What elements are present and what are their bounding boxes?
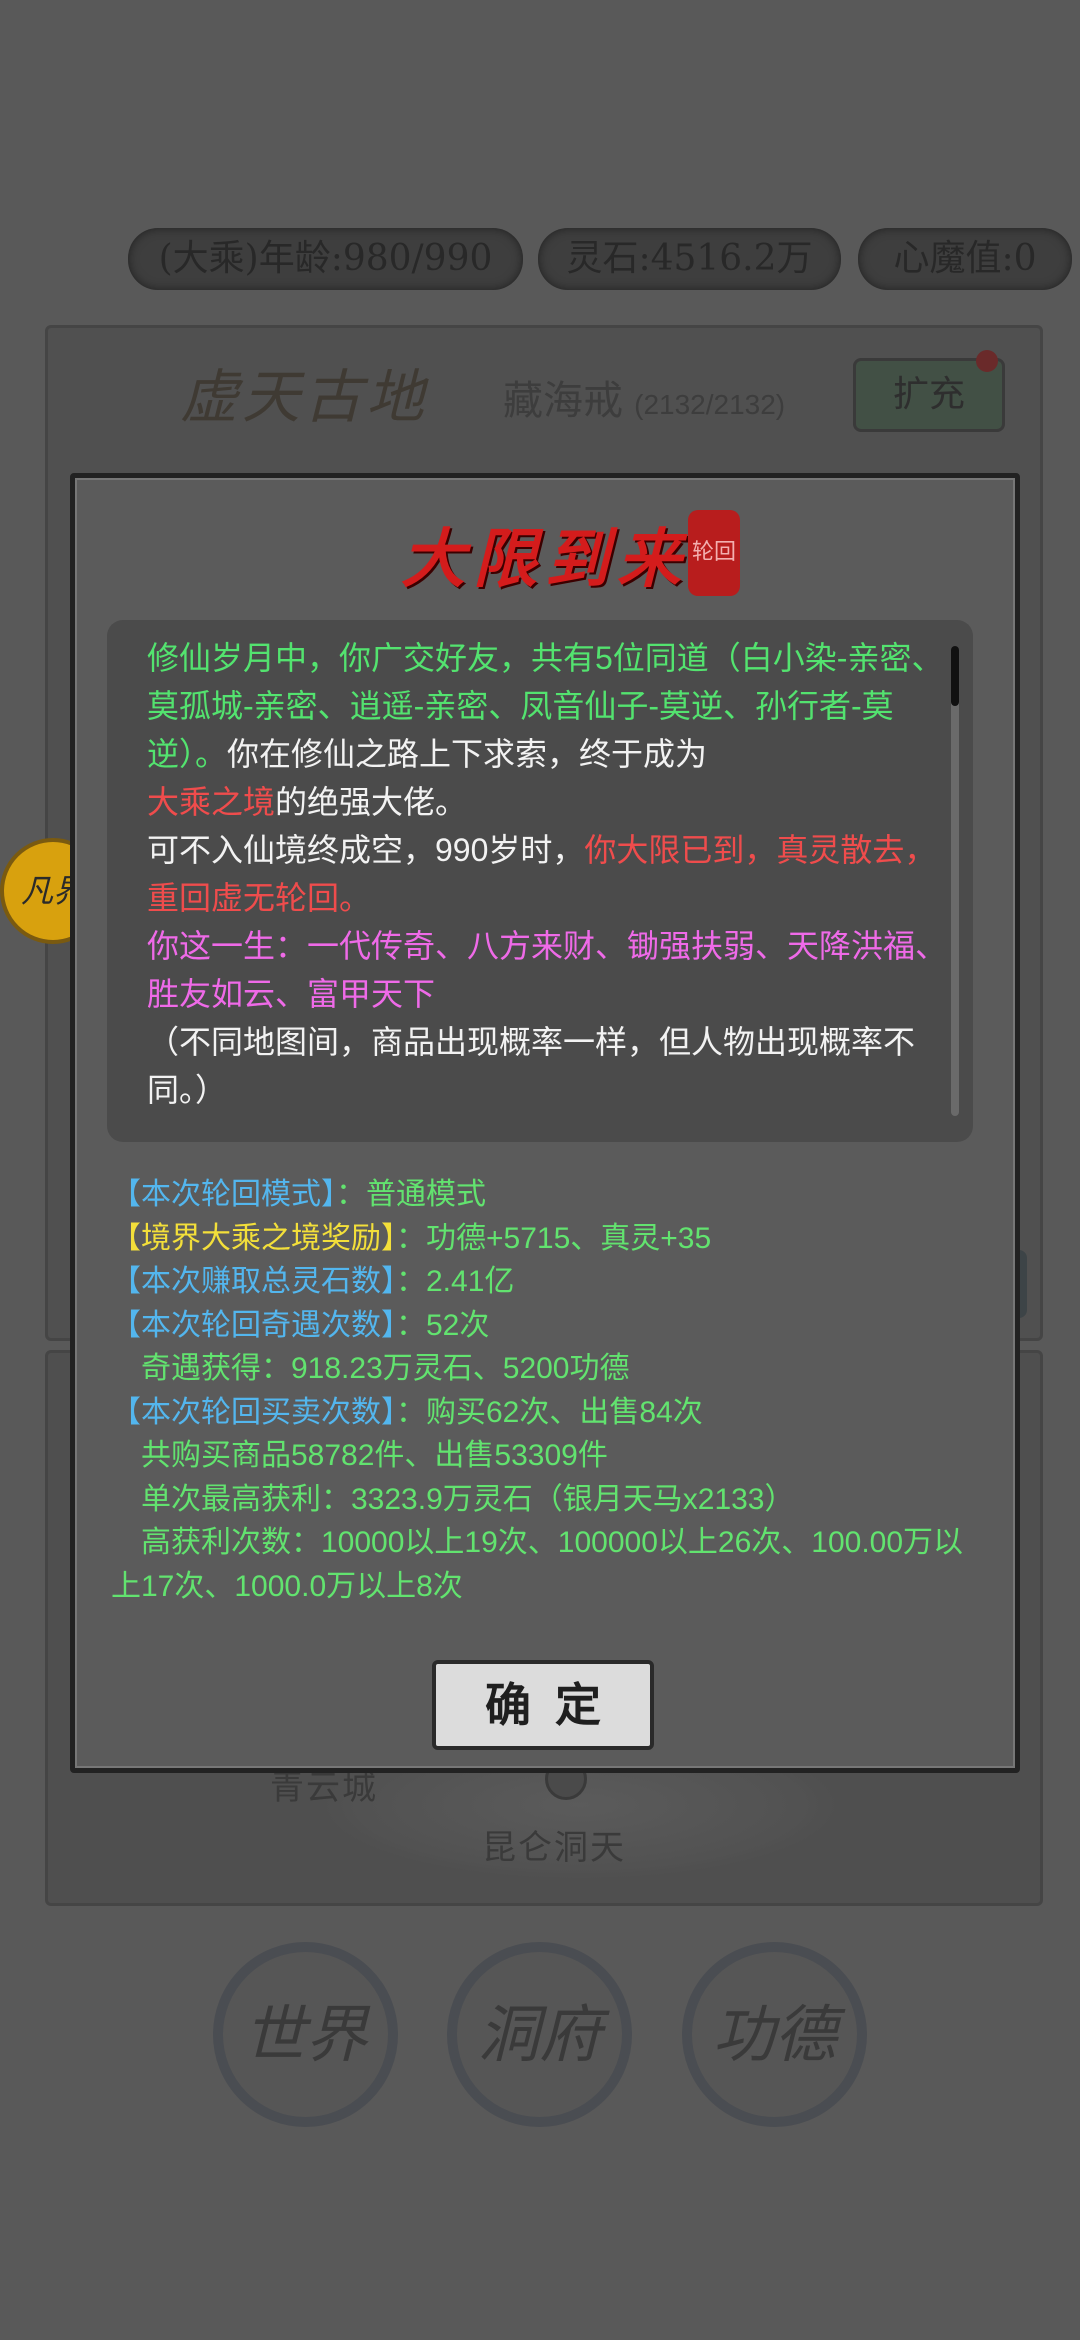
story-scrollbar-thumb[interactable] — [951, 646, 959, 706]
story-note: （不同地图间，商品出现概率一样，但人物出现概率不同。） — [147, 1024, 916, 1108]
age-stat: (大乘)年龄:980/990 — [128, 228, 523, 290]
story-lifespan: 可不入仙境终成空，990岁时， — [147, 832, 585, 868]
region-title: 虚天古地 — [180, 363, 429, 431]
spirit-stone-stat: 灵石:4516.2万 — [538, 228, 841, 290]
nav-cave-button[interactable]: 洞府 — [447, 1942, 632, 2127]
stat-encounters: 【本次轮回奇遇次数】：52次 — [111, 1308, 490, 1342]
bag-count: (2132/2132) — [634, 389, 786, 420]
summary-stats: 【本次轮回模式】：普通模式 【境界大乘之境奖励】：功德+5715、真灵+35 【… — [111, 1173, 991, 1608]
notification-dot-icon — [976, 350, 998, 372]
stat-mode: 【本次轮回模式】：普通模式 — [111, 1178, 486, 1211]
stat-max-profit: 单次最高获利：3323.9万灵石（银月天马x2133） — [141, 1482, 795, 1516]
bag-title: 藏海戒 (2132/2132) — [503, 379, 786, 423]
stat-trades: 【本次轮回买卖次数】：购买62次、出售84次 — [111, 1395, 703, 1429]
stat-earnings: 【本次赚取总灵石数】：2.41亿 — [111, 1265, 515, 1298]
dialog-title: 大限到来 — [401, 522, 689, 597]
stat-trade-goods: 共购买商品58782件、出售53309件 — [141, 1439, 608, 1472]
story-text: 修仙岁月中，你广交好友，共有5位同道（白小染-亲密、莫孤城-亲密、逍遥-亲密、凤… — [147, 634, 947, 1114]
stat-reward: 【境界大乘之境奖励】：功德+5715、真灵+35 — [111, 1221, 712, 1255]
map-location-kunlun[interactable]: 昆仑洞天 — [482, 1820, 626, 1869]
confirm-button[interactable]: 确定 — [432, 1660, 654, 1750]
story-realm: 大乘之境 — [147, 784, 276, 820]
story-realm-suffix: 的绝强大佬。 — [275, 784, 468, 820]
nav-world-button[interactable]: 世界 — [213, 1942, 398, 2127]
story-scrollbar[interactable] — [951, 646, 959, 1116]
lifespan-end-dialog: 大限到来 轮回 修仙岁月中，你广交好友，共有5位同道（白小染-亲密、莫孤城-亲密… — [70, 473, 1020, 1773]
stat-encounter-gain: 奇遇获得：918.23万灵石、5200功德 — [141, 1352, 630, 1385]
story-box[interactable]: 修仙岁月中，你广交好友，共有5位同道（白小染-亲密、莫孤城-亲密、逍遥-亲密、凤… — [107, 620, 973, 1142]
story-path: 你在修仙之路上下求索，终于成为 — [227, 736, 708, 772]
nav-merit-button[interactable]: 功德 — [682, 1942, 867, 2127]
stat-high-profit: 高获利次数：10000以上19次、100000以上26次、100.00万以上17… — [111, 1526, 964, 1603]
demon-value-stat: 心魔值:0 — [858, 228, 1072, 290]
seal-stamp-icon: 轮回 — [688, 510, 740, 596]
story-titles: 你这一生：一代传奇、八方来财、锄强扶弱、天降洪福、胜友如云、富甲天下 — [147, 928, 948, 1012]
